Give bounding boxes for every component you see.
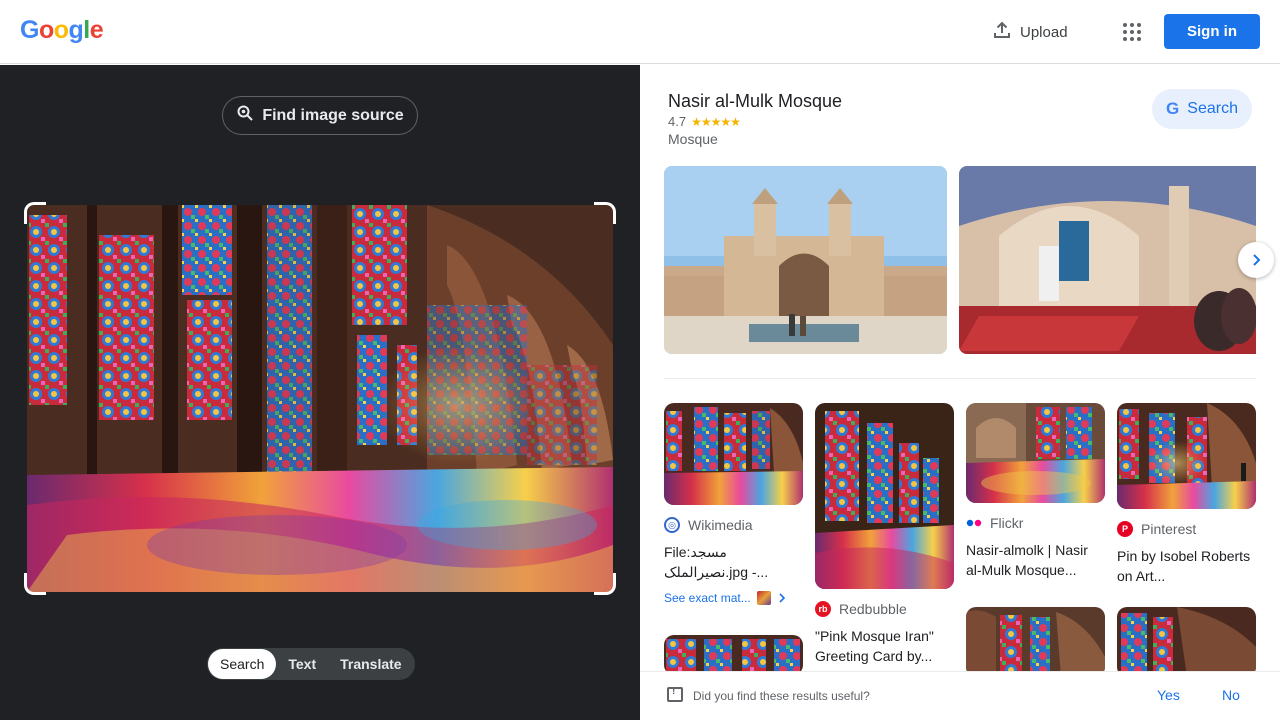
see-exact-matches-link[interactable]: See exact mat... (664, 591, 803, 605)
result-card[interactable] (1117, 607, 1256, 677)
google-logo[interactable]: Google (20, 16, 104, 45)
mode-tabs: Search Text Translate (207, 648, 415, 680)
logo-letter: g (68, 16, 84, 44)
result-card[interactable] (966, 607, 1105, 677)
apps-grid-icon[interactable] (1120, 20, 1144, 44)
source-name: Pinterest (1141, 521, 1197, 537)
chevron-right-icon (1253, 254, 1261, 266)
flickr-icon (966, 515, 982, 531)
result-title[interactable]: Pin by Isobel Roberts on Art... (1117, 546, 1256, 586)
exact-match-thumbnail (756, 591, 771, 605)
exact-match-label: See exact mat... (664, 591, 751, 605)
image-preview-panel: Find image source Search Text Translate (0, 65, 640, 720)
mosque-courtyard-image[interactable] (664, 166, 947, 354)
result-thumbnail (664, 403, 803, 505)
result-title[interactable]: File:مسجد نصیرالملک.jpg -... (664, 542, 803, 582)
result-title[interactable]: "Pink Mosque Iran" Greeting Card by... (815, 626, 954, 666)
knowledge-panel-title[interactable]: Nasir al-Mulk Mosque (668, 91, 842, 112)
result-thumbnail (1117, 403, 1256, 509)
result-source: ◎ Wikimedia (664, 517, 803, 533)
logo-letter: G (20, 16, 39, 44)
result-thumbnail (1117, 607, 1256, 677)
feedback-icon (667, 686, 683, 702)
source-name: Flickr (990, 515, 1024, 531)
find-image-source-label: Find image source (262, 106, 404, 124)
logo-letter: o (53, 16, 69, 44)
rating-row: 4.7 ★★★★★ (668, 114, 741, 129)
feedback-no-button[interactable]: No (1222, 687, 1240, 703)
redbubble-icon: rb (815, 601, 831, 617)
result-thumbnail (966, 607, 1105, 677)
sign-in-button[interactable]: Sign in (1164, 14, 1260, 49)
result-card-pinterest[interactable]: P Pinterest Pin by Isobel Roberts on Art… (1117, 403, 1256, 586)
result-card-redbubble[interactable]: rb Redbubble "Pink Mosque Iran" Greeting… (815, 403, 954, 666)
result-source: Flickr (966, 515, 1105, 531)
tab-text[interactable]: Text (276, 649, 328, 679)
star-rating-icon: ★★★★★ (691, 114, 741, 129)
search-label: Search (1187, 100, 1238, 117)
result-source: P Pinterest (1117, 521, 1256, 537)
top-bar: Google Upload Sign in (0, 0, 1280, 64)
upload-button[interactable]: Upload (992, 20, 1068, 44)
results-panel: Nasir al-Mulk Mosque 4.7 ★★★★★ Mosque G … (640, 65, 1280, 720)
result-card[interactable] (664, 635, 803, 675)
result-source: rb Redbubble (815, 601, 954, 617)
wikimedia-icon: ◎ (664, 517, 680, 533)
result-thumbnail (966, 403, 1105, 503)
crop-handle-top-right[interactable] (594, 202, 616, 224)
crop-handle-bottom-right[interactable] (594, 573, 616, 595)
mosque-interior-image[interactable] (959, 166, 1256, 354)
upload-icon (992, 20, 1012, 44)
feedback-question: Did you find these results useful? (693, 689, 870, 703)
tab-translate[interactable]: Translate (328, 649, 413, 679)
find-image-source-button[interactable]: Find image source (222, 96, 418, 135)
result-card-wikimedia[interactable]: ◎ Wikimedia File:مسجد نصیرالملک.jpg -...… (664, 403, 803, 605)
feedback-bar: Did you find these results useful? Yes N… (640, 671, 1280, 720)
section-divider (664, 378, 1256, 379)
google-g-icon: G (1166, 99, 1180, 118)
tab-search[interactable]: Search (208, 649, 277, 679)
crop-handle-bottom-left[interactable] (24, 573, 46, 595)
upload-label: Upload (1020, 23, 1068, 41)
chevron-right-icon (779, 593, 785, 603)
result-thumbnail (815, 403, 954, 589)
place-type: Mosque (668, 131, 718, 147)
crop-handle-top-left[interactable] (24, 202, 46, 224)
source-name: Redbubble (839, 601, 907, 617)
source-name: Wikimedia (688, 517, 753, 533)
logo-letter: e (89, 16, 104, 44)
result-card-flickr[interactable]: Flickr Nasir-almolk | Nasir al-Mulk Mosq… (966, 403, 1105, 580)
pinterest-icon: P (1117, 521, 1133, 537)
carousel-next-button[interactable] (1238, 242, 1274, 278)
feedback-yes-button[interactable]: Yes (1157, 687, 1180, 703)
uploaded-photo (27, 205, 613, 592)
rating-value: 4.7 (668, 114, 687, 129)
result-thumbnail (664, 635, 803, 675)
result-title[interactable]: Nasir-almolk | Nasir al-Mulk Mosque... (966, 540, 1105, 580)
logo-letter: o (38, 16, 54, 44)
google-search-button[interactable]: G Search (1152, 89, 1252, 129)
crop-selection[interactable] (24, 202, 616, 595)
lens-search-icon (236, 104, 254, 127)
